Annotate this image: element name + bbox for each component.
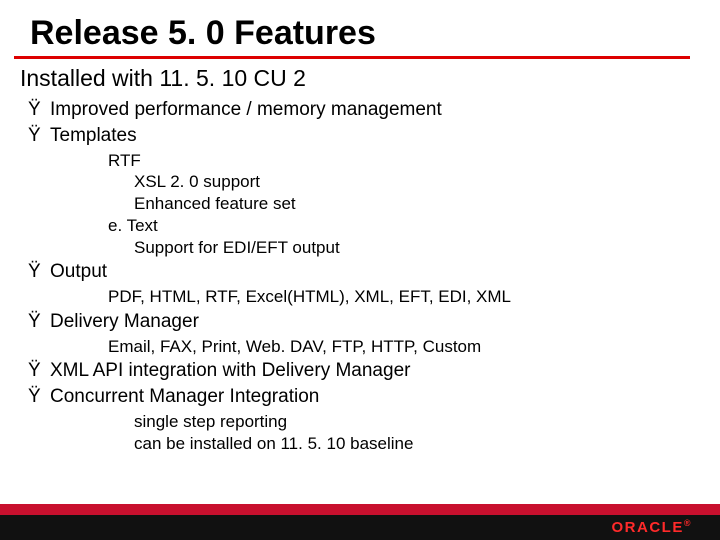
slide: Release 5. 0 Features Installed with 11.…: [0, 0, 720, 540]
sub2-item: Enhanced feature set: [134, 193, 720, 215]
bullet-text: Output: [50, 261, 107, 282]
slide-subtitle: Installed with 11. 5. 10 CU 2: [20, 65, 720, 92]
oracle-logo-text: ORACLE: [612, 519, 684, 536]
bullet-item: Ÿ Templates: [28, 124, 720, 148]
slide-content: Ÿ Improved performance / memory manageme…: [28, 98, 720, 454]
sub2-item: Support for EDI/EFT output: [134, 237, 720, 259]
footer: ORACLE®: [0, 504, 720, 540]
bullet-glyph: Ÿ: [28, 310, 41, 334]
oracle-logo-sup: ®: [684, 518, 692, 528]
sub2-item: single step reporting: [134, 411, 720, 433]
sub-item: PDF, HTML, RTF, Excel(HTML), XML, EFT, E…: [108, 286, 720, 308]
bullet-item: Ÿ Concurrent Manager Integration: [28, 385, 720, 409]
bullet-glyph: Ÿ: [28, 359, 41, 383]
bullet-glyph: Ÿ: [28, 260, 41, 284]
bullet-text: Improved performance / memory management: [50, 99, 442, 120]
title-rule: [14, 56, 690, 59]
oracle-logo: ORACLE®: [612, 519, 692, 536]
bullet-glyph: Ÿ: [28, 124, 41, 148]
bullet-glyph: Ÿ: [28, 385, 41, 409]
bullet-text: Delivery Manager: [50, 311, 199, 332]
bullet-text: XML API integration with Delivery Manage…: [50, 360, 410, 381]
bullet-item: Ÿ XML API integration with Delivery Mana…: [28, 359, 720, 383]
bullet-text: Templates: [50, 125, 137, 146]
sub-item: Email, FAX, Print, Web. DAV, FTP, HTTP, …: [108, 336, 720, 358]
footer-black-bar: ORACLE®: [0, 515, 720, 540]
bullet-glyph: Ÿ: [28, 98, 41, 122]
slide-title: Release 5. 0 Features: [30, 14, 720, 53]
sub-item: RTF: [108, 150, 720, 172]
bullet-item: Ÿ Improved performance / memory manageme…: [28, 98, 720, 122]
bullet-item: Ÿ Output: [28, 260, 720, 284]
footer-red-bar: [0, 504, 720, 515]
sub2-item: XSL 2. 0 support: [134, 171, 720, 193]
sub2-item: can be installed on 11. 5. 10 baseline: [134, 433, 720, 455]
bullet-text: Concurrent Manager Integration: [50, 386, 319, 407]
sub-item: e. Text: [108, 215, 720, 237]
bullet-item: Ÿ Delivery Manager: [28, 310, 720, 334]
